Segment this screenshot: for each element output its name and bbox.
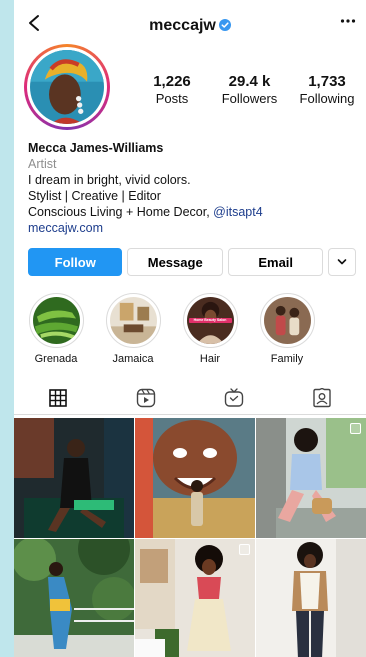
tab-posts-grid[interactable] <box>14 382 102 415</box>
highlight-label: Hair <box>199 353 221 365</box>
grid-icon <box>49 389 67 407</box>
posts-grid <box>14 418 366 657</box>
highlight-thumbnail <box>32 297 80 344</box>
profile-actions: Follow Message Email <box>28 248 356 276</box>
highlight-badge-text: Home Beauty Salon <box>188 318 232 323</box>
profile-bio: Mecca James-Williams Artist I dream in b… <box>28 140 358 236</box>
multiple-posts-icon <box>239 544 250 555</box>
post-thumbnail[interactable] <box>135 539 255 657</box>
post-thumbnail[interactable] <box>256 539 366 657</box>
profile-username-header: meccajw <box>14 17 366 35</box>
followers-count: 29.4 k <box>228 73 271 90</box>
post-image <box>135 418 255 538</box>
highlight-thumbnail: Home Beauty Salon <box>186 297 234 344</box>
highlight-thumbnail <box>109 297 157 344</box>
chevron-down-icon <box>337 259 347 265</box>
highlight-jamaica[interactable]: Jamaica <box>101 293 165 365</box>
follow-button[interactable]: Follow <box>28 248 123 276</box>
reels-icon <box>136 388 156 408</box>
profile-category: Artist <box>28 157 57 171</box>
posts-label: Posts <box>155 91 189 106</box>
tab-igtv[interactable] <box>190 382 278 414</box>
following-stat[interactable]: 1,733 Following <box>294 73 360 106</box>
profile-screen: meccajw 1,226 Posts 29.4 k Followers 1,7… <box>14 0 366 657</box>
highlight-thumbnail <box>263 297 311 344</box>
tab-tagged[interactable] <box>278 382 366 414</box>
following-label: Following <box>299 91 355 106</box>
profile-avatar[interactable] <box>24 44 110 130</box>
email-button[interactable]: Email <box>227 248 324 276</box>
profile-tabs <box>14 382 366 415</box>
highlight-family[interactable]: Family <box>255 293 319 365</box>
bio-line-3: Conscious Living + Home Decor, @itsapt4 <box>28 204 358 220</box>
display-name: Mecca James-Williams <box>28 141 164 155</box>
following-count: 1,733 <box>308 73 346 90</box>
highlight-label: Grenada <box>34 353 78 365</box>
post-thumbnail[interactable] <box>14 539 134 657</box>
tab-reels[interactable] <box>102 382 190 414</box>
followers-label: Followers <box>221 91 278 106</box>
bio-line-3-text: Conscious Living + Home Decor, <box>28 205 214 219</box>
tagged-person-icon <box>313 388 331 408</box>
top-bar: meccajw <box>14 0 366 44</box>
post-image <box>135 539 255 657</box>
more-options-icon[interactable] <box>340 18 356 24</box>
post-image <box>14 418 134 538</box>
posts-count: 1,226 <box>153 73 191 90</box>
followers-stat[interactable]: 29.4 k Followers <box>217 73 283 106</box>
post-image <box>256 539 366 657</box>
highlight-grenada[interactable]: Grenada <box>24 293 88 365</box>
highlight-hair[interactable]: Home Beauty Salon Hair <box>178 293 242 365</box>
post-image <box>256 418 366 538</box>
multiple-posts-icon <box>350 423 361 434</box>
igtv-icon <box>224 388 244 407</box>
story-highlights: Grenada Jamaica Home Beauty Salon Hair F… <box>24 293 366 371</box>
verified-badge-icon <box>218 19 231 31</box>
profile-photo <box>30 50 104 124</box>
post-thumbnail[interactable] <box>256 418 366 538</box>
suggested-accounts-button[interactable] <box>328 248 356 276</box>
bio-line-1: I dream in bright, vivid colors. <box>28 173 191 187</box>
profile-stats: 1,226 Posts 29.4 k Followers 1,733 Follo… <box>139 73 360 106</box>
message-button[interactable]: Message <box>127 248 223 276</box>
posts-stat[interactable]: 1,226 Posts <box>139 73 205 106</box>
bio-line-2: Stylist | Creative | Editor <box>28 189 161 203</box>
username: meccajw <box>149 17 216 34</box>
highlight-label: Jamaica <box>112 353 154 365</box>
highlight-label: Family <box>270 353 304 365</box>
tabs-divider <box>14 414 366 415</box>
mention-link[interactable]: @itsapt4 <box>213 205 263 219</box>
post-image <box>14 539 134 657</box>
post-thumbnail[interactable] <box>14 418 134 538</box>
post-thumbnail[interactable] <box>135 418 255 538</box>
website-link[interactable]: meccajw.com <box>28 220 358 236</box>
